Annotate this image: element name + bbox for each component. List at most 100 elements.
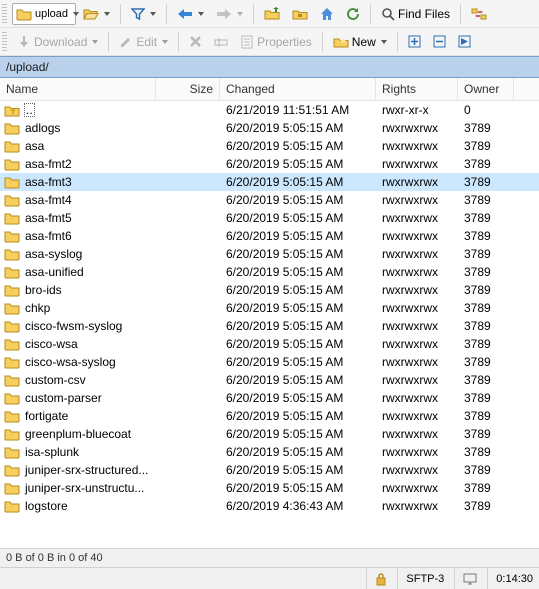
new-label: New xyxy=(352,35,376,49)
folder-row[interactable]: asa-fmt36/20/2019 5:05:15 AMrwxrwxrwx378… xyxy=(0,173,539,191)
file-rights: rwxrwxrwx xyxy=(376,427,458,441)
path-bar[interactable]: /upload/ xyxy=(0,56,539,78)
file-name: asa-unified xyxy=(24,265,85,279)
refresh-button[interactable] xyxy=(341,3,365,25)
folder-row[interactable]: asa-syslog6/20/2019 5:05:15 AMrwxrwxrwx3… xyxy=(0,245,539,263)
file-name: isa-splunk xyxy=(24,445,80,459)
select-all-button[interactable] xyxy=(453,31,476,53)
parent-row[interactable]: ..6/21/2019 11:51:51 AMrwxr-xr-x0 xyxy=(0,101,539,119)
file-rights: rwxrwxrwx xyxy=(376,319,458,333)
file-changed: 6/20/2019 5:05:15 AM xyxy=(220,229,376,243)
file-name: asa-fmt6 xyxy=(24,229,73,243)
new-folder-icon xyxy=(333,35,349,49)
search-icon xyxy=(381,7,395,21)
folder-row[interactable]: asa-unified6/20/2019 5:05:15 AMrwxrwxrwx… xyxy=(0,263,539,281)
refresh-icon xyxy=(346,7,360,21)
find-files-button[interactable]: Find Files xyxy=(376,3,455,25)
dropdown-icon xyxy=(198,12,204,16)
col-header-size[interactable]: Size xyxy=(156,78,220,100)
folder-row[interactable]: logstore6/20/2019 4:36:43 AMrwxrwxrwx378… xyxy=(0,497,539,515)
folder-row[interactable]: isa-splunk6/20/2019 5:05:15 AMrwxrwxrwx3… xyxy=(0,443,539,461)
col-header-rights[interactable]: Rights xyxy=(376,78,458,100)
back-button[interactable] xyxy=(172,3,209,25)
file-owner: 3789 xyxy=(458,373,514,387)
file-rights: rwxrwxrwx xyxy=(376,283,458,297)
selection-status-bar: 0 B of 0 B in 0 of 40 xyxy=(0,548,539,567)
folder-row[interactable]: bro-ids6/20/2019 5:05:15 AMrwxrwxrwx3789 xyxy=(0,281,539,299)
file-owner: 3789 xyxy=(458,121,514,135)
file-owner: 3789 xyxy=(458,229,514,243)
file-owner: 3789 xyxy=(458,337,514,351)
elapsed-pane: 0:14:30 xyxy=(487,568,533,589)
session-pane[interactable] xyxy=(454,568,477,589)
folder-row[interactable]: cisco-wsa-syslog6/20/2019 5:05:15 AMrwxr… xyxy=(0,353,539,371)
folder-row[interactable]: adlogs6/20/2019 5:05:15 AMrwxrwxrwx3789 xyxy=(0,119,539,137)
file-name: bro-ids xyxy=(24,283,63,297)
toolbar-grip[interactable] xyxy=(2,32,7,52)
edit-button[interactable]: Edit xyxy=(114,31,173,53)
connection-status-bar: SFTP-3 0:14:30 xyxy=(0,567,539,589)
file-owner: 3789 xyxy=(458,193,514,207)
select-plus-button[interactable] xyxy=(403,31,426,53)
delete-button[interactable] xyxy=(184,31,207,53)
filter-button[interactable] xyxy=(126,3,161,25)
parent-dir-button[interactable] xyxy=(259,3,285,25)
new-button[interactable]: New xyxy=(328,31,392,53)
folder-row[interactable]: fortigate6/20/2019 5:05:15 AMrwxrwxrwx37… xyxy=(0,407,539,425)
open-folder-button[interactable] xyxy=(78,3,115,25)
folder-row[interactable]: greenplum-bluecoat6/20/2019 5:05:15 AMrw… xyxy=(0,425,539,443)
file-name: custom-csv xyxy=(24,373,87,387)
folder-row[interactable]: custom-parser6/20/2019 5:05:15 AMrwxrwxr… xyxy=(0,389,539,407)
folder-row[interactable]: asa-fmt26/20/2019 5:05:15 AMrwxrwxrwx378… xyxy=(0,155,539,173)
file-changed: 6/20/2019 5:05:15 AM xyxy=(220,463,376,477)
col-header-changed[interactable]: Changed xyxy=(220,78,376,100)
separator xyxy=(460,4,461,24)
folder-up-icon xyxy=(264,7,280,21)
encryption-pane[interactable] xyxy=(366,568,387,589)
file-list[interactable]: Name Size Changed Rights Owner ..6/21/20… xyxy=(0,78,539,548)
folder-row[interactable]: chkp6/20/2019 5:05:15 AMrwxrwxrwx3789 xyxy=(0,299,539,317)
file-changed: 6/20/2019 5:05:15 AM xyxy=(220,193,376,207)
file-name: greenplum-bluecoat xyxy=(24,427,132,441)
folder-row[interactable]: asa-fmt66/20/2019 5:05:15 AMrwxrwxrwx378… xyxy=(0,227,539,245)
properties-label: Properties xyxy=(257,35,312,49)
toolbar-grip[interactable] xyxy=(2,4,7,24)
folder-row[interactable]: cisco-wsa6/20/2019 5:05:15 AMrwxrwxrwx37… xyxy=(0,335,539,353)
file-rights: rwxrwxrwx xyxy=(376,211,458,225)
file-changed: 6/20/2019 5:05:15 AM xyxy=(220,373,376,387)
root-dir-button[interactable] xyxy=(287,3,313,25)
plus-box-icon xyxy=(408,35,421,48)
rename-button[interactable] xyxy=(209,31,233,53)
col-header-owner[interactable]: Owner xyxy=(458,78,514,100)
folder-row[interactable]: asa6/20/2019 5:05:15 AMrwxrwxrwx3789 xyxy=(0,137,539,155)
home-button[interactable] xyxy=(315,3,339,25)
properties-button[interactable]: Properties xyxy=(235,31,317,53)
address-combo[interactable]: upload xyxy=(12,3,76,25)
folder-row[interactable]: juniper-srx-unstructu...6/20/2019 5:05:1… xyxy=(0,479,539,497)
file-owner: 3789 xyxy=(458,481,514,495)
select-minus-button[interactable] xyxy=(428,31,451,53)
file-name: juniper-srx-structured... xyxy=(24,463,149,477)
separator xyxy=(253,4,254,24)
folder-row[interactable]: cisco-fwsm-syslog6/20/2019 5:05:15 AMrwx… xyxy=(0,317,539,335)
sync-button[interactable] xyxy=(466,3,492,25)
separator xyxy=(322,32,323,52)
file-owner: 3789 xyxy=(458,391,514,405)
dropdown-icon xyxy=(381,40,387,44)
file-rights: rwxrwxrwx xyxy=(376,121,458,135)
lock-icon xyxy=(375,572,387,586)
file-rights: rwxrwxrwx xyxy=(376,301,458,315)
file-owner: 3789 xyxy=(458,427,514,441)
folder-row[interactable]: asa-fmt56/20/2019 5:05:15 AMrwxrwxrwx378… xyxy=(0,209,539,227)
folder-row[interactable]: juniper-srx-structured... 6/20/2019 5:05:… xyxy=(0,461,539,479)
folder-row[interactable]: asa-fmt46/20/2019 5:05:15 AMrwxrwxrwx378… xyxy=(0,191,539,209)
path-text: /upload/ xyxy=(6,60,49,74)
edit-icon xyxy=(119,35,133,49)
close-icon xyxy=(189,35,202,48)
col-header-name[interactable]: Name xyxy=(0,78,156,100)
file-rights: rwxrwxrwx xyxy=(376,265,458,279)
folder-row[interactable]: custom-csv6/20/2019 5:05:15 AMrwxrwxrwx3… xyxy=(0,371,539,389)
forward-button[interactable] xyxy=(211,3,248,25)
download-button[interactable]: Download xyxy=(12,31,103,53)
file-owner: 3789 xyxy=(458,355,514,369)
